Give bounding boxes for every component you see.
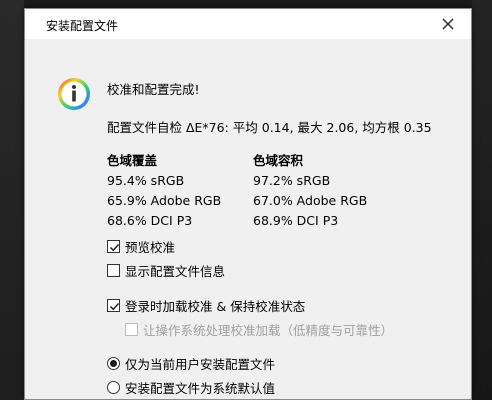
background-window-right (472, 0, 492, 400)
gamut-coverage-srgb: 95.4% sRGB (107, 173, 185, 188)
show-profile-info-checkbox[interactable]: 显示配置文件信息 (107, 261, 225, 280)
gamut-coverage-dci-p3: 68.6% DCI P3 (107, 213, 193, 228)
checkbox-box[interactable] (107, 264, 120, 277)
checkbox-box[interactable] (107, 299, 120, 312)
install-system-default-label: 安装配置文件为系统默认值 (125, 381, 276, 396)
gamut-volume-srgb: 97.2% sRGB (253, 173, 331, 188)
gamut-volume-column: 色域容积 97.2% sRGB 67.0% Adobe RGB 68.9% DC… (253, 151, 367, 231)
gamut-volume-adobe-rgb: 67.0% Adobe RGB (253, 193, 368, 208)
os-handle-loading-label: 让操作系统处理校准加载（低精度与可靠性） (143, 323, 394, 338)
radio-selected-dot (110, 360, 117, 367)
completion-message: 校准和配置完成! (107, 82, 200, 97)
os-handle-loading-checkbox: 让操作系统处理校准加载（低精度与可靠性） (125, 320, 393, 339)
profile-self-check-summary: 配置文件自检 ΔE*76: 平均 0.14, 最大 2.06, 均方根 0.35 (107, 120, 432, 135)
install-profile-dialog: 安装配置文件 校准和配置完成! 配置文件自检 ΔE*76: 平均 0.14, 最… (24, 8, 472, 400)
dialog-titlebar: 安装配置文件 (25, 9, 471, 39)
gamut-volume-heading: 色域容积 (253, 153, 304, 168)
gamut-coverage-adobe-rgb: 65.9% Adobe RGB (107, 193, 222, 208)
close-icon (442, 18, 454, 30)
checkbox-box (125, 323, 138, 336)
show-profile-info-label: 显示配置文件信息 (125, 264, 226, 279)
preview-calibration-label: 预览校准 (125, 240, 176, 255)
load-on-login-label: 登录时加载校准 & 保持校准状态 (125, 299, 306, 314)
install-current-user-radio[interactable]: 仅为当前用户安装配置文件 (107, 354, 275, 373)
radio-button[interactable] (107, 381, 120, 394)
preview-calibration-checkbox[interactable]: 预览校准 (107, 237, 175, 256)
gamut-coverage-column: 色域覆盖 95.4% sRGB 65.9% Adobe RGB 68.6% DC… (107, 151, 221, 231)
dialog-title: 安装配置文件 (46, 19, 119, 33)
background-window-left (0, 0, 24, 400)
install-system-default-radio[interactable]: 安装配置文件为系统默认值 (107, 378, 275, 397)
dialog-content: 校准和配置完成! 配置文件自检 ΔE*76: 平均 0.14, 最大 2.06,… (25, 39, 471, 399)
checkmark-icon (110, 244, 120, 252)
install-current-user-label: 仅为当前用户安装配置文件 (125, 357, 276, 372)
info-icon (58, 78, 90, 110)
checkmark-icon (110, 303, 120, 311)
gamut-volume-dci-p3: 68.9% DCI P3 (253, 213, 339, 228)
load-on-login-checkbox[interactable]: 登录时加载校准 & 保持校准状态 (107, 296, 305, 315)
close-button[interactable] (425, 9, 471, 39)
checkbox-box[interactable] (107, 240, 120, 253)
gamut-coverage-heading: 色域覆盖 (107, 153, 158, 168)
radio-button[interactable] (107, 357, 120, 370)
